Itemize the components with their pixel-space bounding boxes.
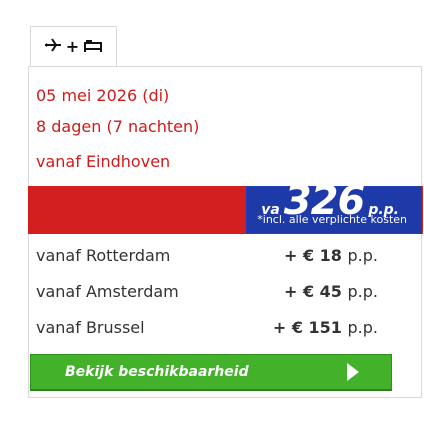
price-box: va 326 p.p. *incl. alle verplichte koste… (246, 181, 422, 234)
departure-option-unit: p.p. (347, 282, 378, 301)
departure-option-price: + € 151 p.p. (273, 318, 378, 337)
trip-duration: 8 dagen (7 nachten) (36, 117, 200, 136)
check-availability-button[interactable]: Bekijk beschikbaarheid (30, 354, 392, 391)
departure-option-label: vanaf Rotterdam (36, 246, 171, 265)
departure-option-label: vanaf Amsterdam (36, 282, 179, 301)
departure-origin: vanaf Eindhoven (36, 152, 171, 171)
departure-option-row: vanaf Rotterdam + € 18 p.p. (36, 246, 378, 265)
tab-flight-hotel[interactable]: + (30, 26, 117, 67)
play-icon (347, 363, 359, 381)
departure-option-amount: + € 45 (283, 282, 342, 301)
price-note: *incl. alle verplichte kosten (257, 213, 407, 226)
departure-option-price: + € 18 p.p. (284, 246, 378, 265)
departure-option-amount: + € 18 (283, 246, 342, 265)
bed-icon (83, 37, 103, 57)
departure-option-label: vanaf Brussel (36, 318, 145, 337)
plane-icon (44, 37, 62, 57)
departure-date: 05 mei 2026 (di) (36, 86, 170, 105)
departure-option-price: + € 45 p.p. (284, 282, 378, 301)
departure-option-row: vanaf Brussel + € 151 p.p. (36, 318, 378, 337)
departure-option-unit: p.p. (347, 318, 378, 337)
check-availability-label: Bekijk beschikbaarheid (65, 364, 249, 380)
departure-option-row: vanaf Amsterdam + € 45 p.p. (36, 282, 378, 301)
departure-option-unit: p.p. (347, 246, 378, 265)
trip-type-tabs: + (30, 26, 117, 67)
offer-card: + 05 mei 2026 (di) 8 dagen (7 nachten) v… (0, 0, 424, 428)
departure-option-amount: + € 151 (272, 318, 342, 337)
plus-icon: + (65, 37, 80, 56)
